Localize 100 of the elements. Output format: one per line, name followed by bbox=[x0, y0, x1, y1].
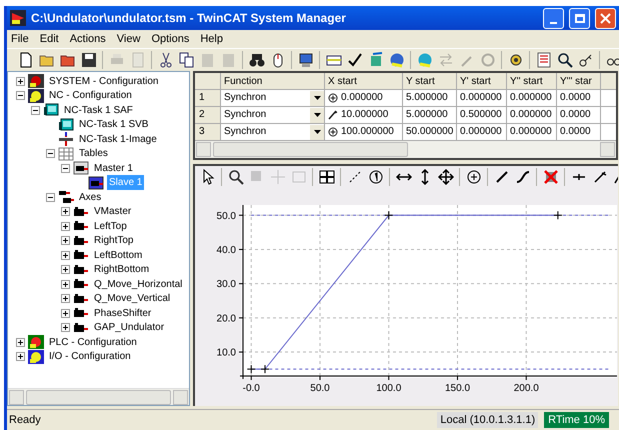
tree-item[interactable]: NC-Task 1 SVB bbox=[77, 117, 150, 132]
expand-toggle[interactable] bbox=[61, 308, 70, 318]
column-header[interactable]: X start bbox=[325, 73, 403, 89]
tree-item[interactable]: SYSTEM - Configuration bbox=[47, 74, 160, 89]
table-cell: 0.500000 bbox=[457, 107, 507, 123]
expand-toggle[interactable] bbox=[61, 323, 70, 332]
plus-icon bbox=[62, 266, 69, 274]
column-header[interactable]: Y'' start bbox=[507, 73, 557, 89]
tree-item[interactable]: Q_Move_Horizontal bbox=[92, 276, 184, 292]
tree-item[interactable]: Q_Move_Vertical bbox=[92, 291, 172, 306]
expand-toggle[interactable] bbox=[16, 352, 25, 362]
tree-item[interactable]: NC-Task 1 SAF bbox=[62, 102, 135, 118]
expand-toggle[interactable] bbox=[61, 250, 70, 260]
caret-icon bbox=[314, 130, 320, 134]
tree-item[interactable]: Tables bbox=[77, 146, 110, 162]
menu-item[interactable]: View bbox=[116, 30, 140, 48]
function-dropdown[interactable]: Synchron bbox=[221, 90, 325, 106]
collapse-toggle[interactable] bbox=[16, 91, 25, 100]
collapse-toggle[interactable] bbox=[46, 192, 55, 202]
expand-toggle[interactable] bbox=[16, 338, 25, 347]
app-icon bbox=[10, 10, 26, 26]
collapse-toggle[interactable] bbox=[61, 164, 70, 173]
y-tick-label: 50.0 bbox=[216, 210, 236, 222]
horizontal-scrollbar[interactable] bbox=[195, 141, 616, 158]
column-header[interactable]: Y start bbox=[403, 73, 457, 89]
expand-toggle[interactable] bbox=[61, 222, 70, 231]
tree-item[interactable]: RightTop bbox=[92, 233, 136, 248]
menu-item[interactable]: Options bbox=[151, 30, 190, 48]
menu-item[interactable]: Edit bbox=[40, 30, 59, 48]
collapse-toggle[interactable] bbox=[31, 106, 40, 115]
tree-item[interactable]: LeftTop bbox=[92, 218, 129, 234]
plus-icon bbox=[62, 252, 69, 259]
close-button[interactable] bbox=[595, 8, 616, 28]
motor-icon bbox=[73, 204, 89, 219]
x-tick-label: 150.0 bbox=[444, 383, 470, 394]
tree-item[interactable]: Axes bbox=[77, 190, 104, 205]
tree-item[interactable]: Master 1 bbox=[92, 160, 135, 176]
horizontal-scrollbar[interactable] bbox=[8, 388, 189, 405]
column-header[interactable]: Function bbox=[221, 73, 325, 89]
tree-item[interactable]: PLC - Configuration bbox=[47, 334, 139, 350]
minimize-button[interactable] bbox=[543, 8, 564, 28]
table-cell: 0.000000 bbox=[457, 124, 507, 140]
y-tick-label: 30.0 bbox=[216, 279, 236, 290]
module-icon bbox=[28, 74, 44, 88]
plus-icon bbox=[62, 324, 69, 332]
menu-item[interactable]: Actions bbox=[70, 30, 106, 48]
point-marker[interactable] bbox=[384, 210, 394, 220]
tree-item[interactable]: NC-Task 1-Image bbox=[77, 132, 159, 147]
tree-item[interactable]: PhaseShifter bbox=[92, 306, 154, 321]
expand-toggle[interactable] bbox=[61, 280, 70, 289]
x-tick-label: -0.0 bbox=[242, 383, 260, 394]
expand-toggle[interactable] bbox=[61, 294, 70, 304]
plus-icon bbox=[17, 338, 24, 346]
maximize-button[interactable] bbox=[569, 8, 590, 28]
row-number: 1 bbox=[195, 90, 221, 106]
function-dropdown[interactable]: Synchron bbox=[221, 107, 325, 123]
module-icon bbox=[73, 161, 89, 176]
motor-icon bbox=[73, 262, 89, 277]
module-icon bbox=[43, 103, 59, 118]
caret-icon bbox=[314, 96, 320, 100]
expand-toggle[interactable] bbox=[61, 236, 70, 246]
target-status: Local (10.0.1.3.1.1) bbox=[437, 412, 538, 428]
table-cell-text: 0.000000 bbox=[341, 91, 383, 105]
plus-icon bbox=[17, 78, 24, 85]
table-cell: 0.000000 bbox=[507, 107, 557, 123]
table-cell: 0.0000 bbox=[557, 107, 601, 123]
x-tick-label: 100.0 bbox=[376, 383, 402, 394]
point-marker[interactable] bbox=[260, 364, 270, 374]
plus-icon bbox=[62, 295, 69, 302]
point-marker[interactable] bbox=[246, 364, 256, 374]
column-header[interactable]: Y''' star bbox=[557, 73, 601, 89]
expand-toggle[interactable] bbox=[61, 265, 70, 274]
y-tick-label: 10.0 bbox=[216, 348, 236, 359]
table-icon bbox=[58, 146, 74, 161]
motor-icon bbox=[73, 234, 89, 248]
point-marker[interactable] bbox=[553, 210, 562, 220]
motor-icon bbox=[73, 320, 89, 335]
close-icon bbox=[600, 12, 611, 24]
tree-item[interactable]: VMaster bbox=[92, 204, 134, 220]
menu-item[interactable]: File bbox=[11, 30, 29, 48]
expand-toggle[interactable] bbox=[16, 76, 25, 86]
table-cell-text: 10.000000 bbox=[341, 108, 388, 122]
menu-item[interactable]: Help bbox=[200, 30, 223, 48]
tree-item[interactable]: LeftBottom bbox=[92, 248, 144, 263]
module-icon bbox=[28, 88, 44, 103]
status-text: Ready bbox=[8, 412, 42, 428]
row-number: 3 bbox=[195, 124, 221, 140]
tree-item[interactable]: NC - Configuration bbox=[47, 88, 134, 104]
tree-item[interactable]: I/O - Configuration bbox=[47, 349, 133, 364]
collapse-toggle[interactable] bbox=[46, 149, 55, 158]
column-header[interactable]: Y' start bbox=[457, 73, 507, 89]
motor-icon bbox=[58, 190, 74, 204]
function-dropdown[interactable]: Synchron bbox=[221, 124, 325, 140]
move-icon[interactable] bbox=[435, 167, 456, 187]
plus-icon bbox=[62, 237, 69, 244]
expand-toggle[interactable] bbox=[61, 207, 70, 216]
tree-item[interactable]: GAP_Undulator bbox=[92, 320, 166, 336]
tree-item[interactable]: RightBottom bbox=[92, 262, 152, 278]
table-cell: 0.000000 bbox=[457, 90, 507, 106]
slope-icon bbox=[328, 110, 338, 120]
